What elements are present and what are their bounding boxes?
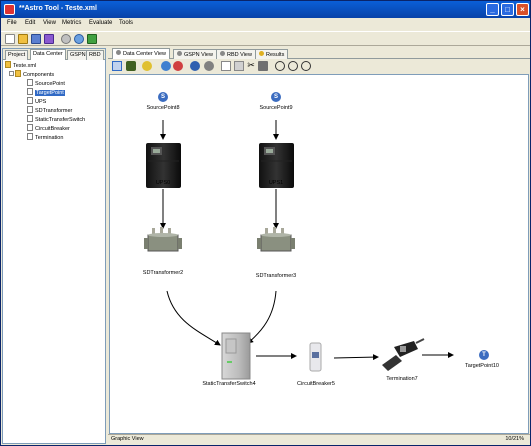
new-file-icon[interactable]	[5, 34, 15, 44]
main-toolbar	[1, 31, 530, 46]
diagram-svg	[144, 120, 454, 380]
source-point-icon[interactable]: S	[158, 92, 168, 102]
zoom-fit-icon[interactable]	[301, 61, 311, 71]
tab-data-center-view[interactable]: Data Center View	[112, 48, 171, 59]
edge-transformer3-sts[interactable]	[247, 290, 277, 344]
menu-edit[interactable]: Edit	[25, 20, 35, 26]
window-title: **Astro Tool - Teste.xml	[19, 5, 97, 12]
static-transfer-switch[interactable]	[221, 332, 251, 380]
tree-item-circuitbreaker[interactable]: CircuitBreaker	[27, 124, 70, 132]
view-tabs: Data Center View GSPN View RBD View Resu…	[108, 48, 530, 59]
label-sourcepoint8: SourcePoint8	[146, 105, 180, 111]
termination[interactable]	[382, 338, 425, 371]
menu-bar: File Edit View Metrics Evaluate Tools	[1, 18, 530, 30]
diagram-canvas[interactable]: S S T SourcePoint8 SourcePoint9 UPS0 UPS…	[109, 74, 529, 434]
stop-icon[interactable]	[173, 61, 183, 71]
tab-project[interactable]: Project	[5, 50, 29, 60]
minimize-button[interactable]: _	[486, 3, 499, 16]
folder-icon	[5, 61, 11, 68]
view-icon	[116, 50, 121, 55]
save-all-icon[interactable]	[44, 34, 54, 44]
status-bar: Graphic View 10/21%	[108, 434, 530, 443]
tab-gspn-view[interactable]: GSPN View	[173, 49, 217, 59]
label-circuitbreaker5: CircuitBreaker5	[297, 381, 335, 387]
circuit-breaker[interactable]	[309, 342, 322, 372]
evaluate-icon[interactable]	[87, 34, 97, 44]
label-sourcepoint9: SourcePoint9	[259, 105, 293, 111]
label-ups1: UPS1	[268, 180, 284, 186]
file-icon	[27, 106, 33, 113]
delete-icon[interactable]	[258, 61, 268, 71]
connect-tool-icon[interactable]	[126, 61, 136, 71]
magnet-icon[interactable]	[161, 61, 171, 71]
diagram-toolbar: ✂	[108, 60, 530, 73]
label-sdtransformer2: SDTransformer2	[142, 270, 184, 276]
file-icon	[27, 88, 33, 95]
zoom-in-icon[interactable]	[275, 61, 285, 71]
label-ups0: UPS0	[155, 180, 171, 186]
file-icon	[27, 133, 33, 140]
tab-rbd-view[interactable]: RBD View	[216, 49, 256, 59]
menu-evaluate[interactable]: Evaluate	[89, 20, 112, 26]
cut-icon[interactable]: ✂	[246, 61, 256, 71]
tree-root[interactable]: Teste.xml	[5, 61, 36, 69]
add-component-icon[interactable]	[142, 61, 152, 71]
tree-item-sourcepoint[interactable]: SourcePoint	[27, 79, 65, 87]
explorer-tabs: Project Data Center GSPN RBD	[3, 49, 105, 60]
tab-results[interactable]: Results	[255, 49, 289, 59]
menu-view[interactable]: View	[43, 20, 56, 26]
source-point-icon[interactable]: S	[271, 92, 281, 102]
tree-item-statictransferswitch[interactable]: StaticTransferSwitch	[27, 115, 85, 123]
tree-folder-components[interactable]: Components	[9, 70, 54, 78]
label-sdtransformer3: SDTransformer3	[255, 273, 297, 279]
tree-item-ups[interactable]: UPS	[27, 97, 46, 105]
folder-icon	[15, 70, 21, 77]
edge-transformer2-sts[interactable]	[166, 290, 221, 346]
file-icon	[27, 79, 33, 86]
target-point-icon[interactable]: T	[479, 350, 489, 360]
paste-icon[interactable]	[234, 61, 244, 71]
file-icon	[27, 97, 33, 104]
tree-item-targetpoint[interactable]: TargetPoint	[27, 88, 65, 96]
select-tool-icon[interactable]	[112, 61, 122, 71]
tab-data-center[interactable]: Data Center	[30, 49, 66, 60]
view-icon	[220, 51, 225, 56]
redo-icon[interactable]	[204, 61, 214, 71]
transformer-2[interactable]	[144, 227, 182, 252]
warning-icon	[259, 51, 264, 56]
label-termination7: Termination7	[386, 376, 418, 382]
collapse-icon[interactable]	[9, 71, 14, 76]
file-icon	[27, 124, 33, 131]
view-icon	[177, 51, 182, 56]
settings-icon[interactable]	[61, 34, 71, 44]
maximize-button[interactable]: □	[501, 3, 514, 16]
globe-icon[interactable]	[74, 34, 84, 44]
tab-rbd[interactable]: RBD	[86, 50, 104, 60]
label-targetpoint10: TargetPoint10	[465, 363, 499, 369]
status-view-label: Graphic View	[111, 436, 144, 442]
tree-item-sdtransformer[interactable]: SDTransformer	[27, 106, 72, 114]
file-icon	[27, 115, 33, 122]
app-window: **Astro Tool - Teste.xml _ □ × File Edit…	[0, 0, 531, 446]
zoom-out-icon[interactable]	[288, 61, 298, 71]
transformer-3[interactable]	[257, 227, 295, 252]
title-bar: **Astro Tool - Teste.xml _ □ ×	[1, 1, 530, 18]
menu-tools[interactable]: Tools	[119, 20, 133, 26]
edge-breaker-termination[interactable]	[333, 354, 379, 361]
close-button[interactable]: ×	[516, 3, 529, 16]
open-folder-icon[interactable]	[18, 34, 28, 44]
undo-icon[interactable]	[190, 61, 200, 71]
menu-file[interactable]: File	[7, 20, 17, 26]
app-icon	[4, 4, 15, 15]
save-icon[interactable]	[31, 34, 41, 44]
status-memory: 10/21%	[505, 436, 524, 442]
tree-item-termination[interactable]: Termination	[27, 133, 63, 141]
project-explorer: Project Data Center GSPN RBD Teste.xml C…	[2, 48, 106, 444]
label-statictransferswitch4: StaticTransferSwitch4	[202, 381, 256, 387]
menu-metrics[interactable]: Metrics	[62, 20, 81, 26]
copy-icon[interactable]	[221, 61, 231, 71]
view-panel: Data Center View GSPN View RBD View Resu…	[108, 48, 530, 444]
